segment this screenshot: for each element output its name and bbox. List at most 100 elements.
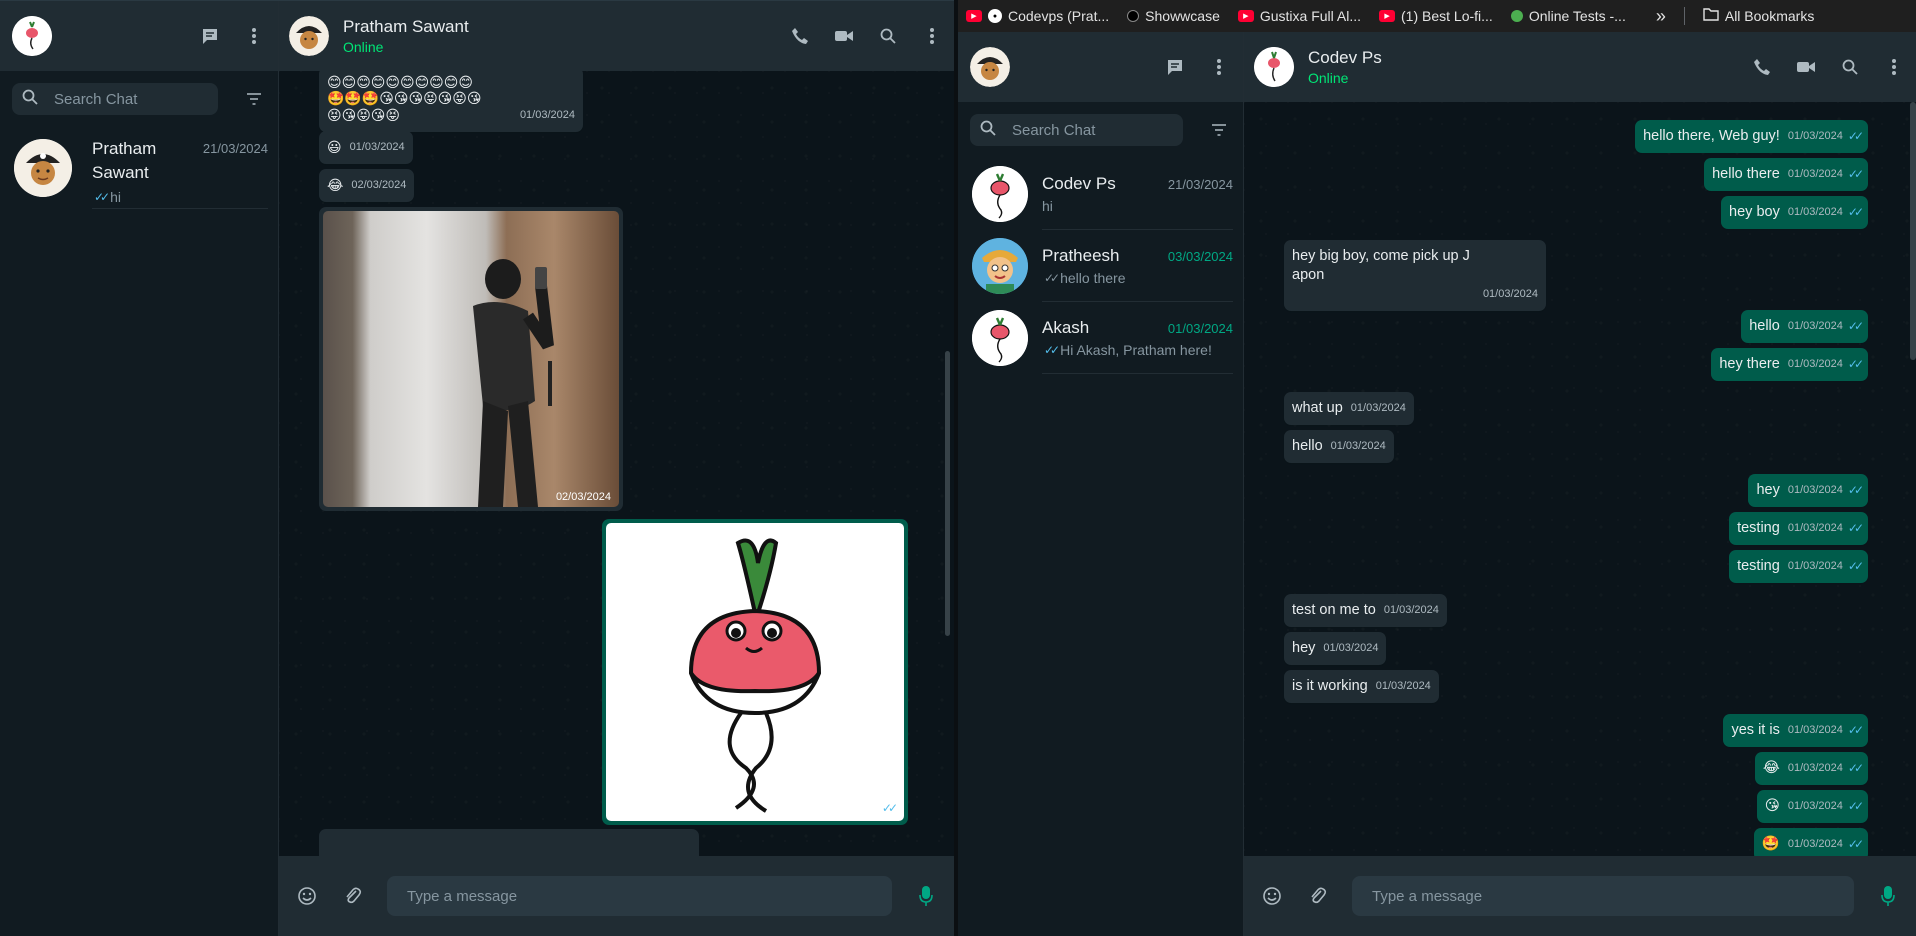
menu-kebab-icon[interactable] <box>920 24 944 48</box>
double-check-icon: ✓✓ <box>881 801 898 815</box>
sticker-message[interactable]: ✓✓ <box>602 519 908 825</box>
bookmark-label: All Bookmarks <box>1724 8 1815 24</box>
microphone-icon[interactable] <box>914 884 938 908</box>
search-input[interactable]: Search Chat <box>970 114 1183 146</box>
voice-call-icon[interactable] <box>1750 55 1774 79</box>
radish-sticker-image: ✓✓ <box>606 523 904 821</box>
right-chat-panel: Codev Ps Online hello there, Web guy! 01/… <box>1244 32 1916 936</box>
double-check-icon: ✓✓ <box>1847 483 1864 497</box>
left-message-list[interactable]: 😊😊😊😊😊😊😊😊😊😊 🤩🤩🤩😘😘😘😝😘😝😘 😝😘😝😘😝 01/03/2024 😃… <box>279 71 954 856</box>
search-icon[interactable] <box>1838 55 1862 79</box>
scrollbar[interactable] <box>1910 102 1916 360</box>
microphone-icon[interactable] <box>1876 884 1900 908</box>
chat-list-item[interactable]: Pratham Sawant 21/03/2024 ✓✓ hi <box>0 127 278 209</box>
right-message-list[interactable]: hello there, Web guy! 01/03/2024 ✓✓ hello t… <box>1244 102 1916 856</box>
bookmark-label: Codevps (Prat... <box>1008 8 1110 24</box>
double-check-icon: ✓✓ <box>1847 521 1864 535</box>
double-check-icon: ✓✓ <box>1044 342 1060 357</box>
bookmark-item[interactable]: Showwcase <box>1127 8 1220 24</box>
chat-last-message: hi <box>1042 198 1233 214</box>
bookmark-item[interactable]: ▶ (1) Best Lo-fi... <box>1379 8 1493 24</box>
double-check-icon: ✓✓ <box>1847 837 1864 851</box>
search-icon[interactable] <box>876 24 900 48</box>
message-text: 😘 <box>1764 798 1780 814</box>
chat-list-item[interactable]: Pratheesh 03/03/2024 ✓✓ hello there <box>958 230 1243 302</box>
voice-call-icon[interactable] <box>788 24 812 48</box>
peer-status: Online <box>343 39 384 55</box>
emoji-icon[interactable] <box>295 884 319 908</box>
double-check-icon: ✓✓ <box>1847 205 1864 219</box>
github-icon: ● <box>988 9 1002 23</box>
right-chat-header: Codev Ps Online <box>1244 32 1916 102</box>
emoji-row: 🤩🤩🤩😘😘😘😝😘😝😘 <box>327 90 482 106</box>
youtube-icon: ▶ <box>1237 10 1254 22</box>
emoji-row: 😊😊😊😊😊😊😊😊😊😊 <box>327 74 473 90</box>
double-check-icon: ✓✓ <box>1044 270 1060 285</box>
chat-list-item[interactable]: Akash 01/03/2024 ✓✓ Hi Akash, Pratham her… <box>958 302 1243 374</box>
peer-avatar-pirate[interactable] <box>289 16 329 56</box>
emoji-icon[interactable] <box>1260 884 1284 908</box>
message-time: 01/03/2024 <box>1787 762 1843 774</box>
folder-icon <box>1703 8 1719 24</box>
video-call-icon[interactable] <box>832 24 856 48</box>
message-input[interactable]: Type a message <box>1352 876 1854 916</box>
bookmarks-overflow-icon[interactable]: » <box>1656 6 1666 27</box>
filter-icon[interactable] <box>242 87 266 111</box>
bookmark-label: Gustixa Full Al... <box>1259 8 1362 24</box>
chat-name: Pratheesh <box>1042 245 1120 265</box>
menu-kebab-icon[interactable] <box>1207 55 1231 79</box>
new-chat-icon[interactable] <box>198 24 222 48</box>
chat-list-item[interactable]: Codev Ps 21/03/2024 hi <box>958 158 1243 230</box>
attach-icon[interactable] <box>341 884 365 908</box>
all-bookmarks-button[interactable]: All Bookmarks <box>1703 8 1814 24</box>
right-sidebar-header <box>958 32 1243 102</box>
message-meta: 01/03/2024 <box>1384 601 1439 620</box>
peer-avatar-radish[interactable] <box>1254 47 1294 87</box>
brain-icon <box>1510 10 1523 22</box>
message-text: what up <box>1292 400 1343 416</box>
message-time: 01/03/2024 <box>1787 484 1843 496</box>
menu-kebab-icon[interactable] <box>242 24 266 48</box>
bookmark-item[interactable]: Online Tests -... <box>1510 8 1626 24</box>
message-time: 01/03/2024 <box>1787 724 1843 736</box>
message-time: 01/03/2024 <box>1787 358 1843 370</box>
contact-avatar-cartoon <box>972 238 1028 294</box>
message-meta: 01/03/2024 ✓✓ <box>1788 797 1864 816</box>
chat-name: Codev Ps <box>1042 173 1116 193</box>
incoming-message-bubble: hey big boy, come pick up J apon 01/03/20… <box>1284 240 1546 311</box>
message-meta: 01/03/2024 <box>1331 437 1386 456</box>
video-call-icon[interactable] <box>1794 55 1818 79</box>
attach-icon[interactable] <box>1306 884 1330 908</box>
message-input[interactable]: Type a message <box>387 876 892 916</box>
bookmark-label: Showwcase <box>1145 8 1220 24</box>
left-sidebar-header <box>0 1 278 71</box>
message-text: hey boy <box>1729 204 1780 220</box>
message-time: 01/03/2024 <box>1323 642 1379 654</box>
message-meta: 01/03/2024 ✓✓ <box>1788 127 1864 146</box>
message-meta: 01/03/2024 <box>1351 399 1406 418</box>
menu-kebab-icon[interactable] <box>1882 55 1906 79</box>
chat-date: 21/03/2024 <box>1167 176 1233 192</box>
double-check-icon: ✓✓ <box>1847 319 1864 333</box>
my-avatar-pirate[interactable] <box>970 47 1010 87</box>
bookmark-item[interactable]: ▶ ● Codevps (Prat... <box>966 8 1109 24</box>
bookmark-item[interactable]: ▶ Gustixa Full Al... <box>1237 8 1362 24</box>
my-avatar-radish[interactable] <box>12 16 52 56</box>
image-message[interactable]: 02/03/2024 <box>319 207 623 511</box>
scrollbar[interactable] <box>945 351 950 636</box>
bookmark-label: (1) Best Lo-fi... <box>1401 8 1493 24</box>
filter-icon[interactable] <box>1207 118 1231 142</box>
new-chat-icon[interactable] <box>1163 55 1187 79</box>
message-meta: 01/03/2024 ✓✓ <box>1788 165 1864 184</box>
outgoing-message-bubble: hey 01/03/2024 ✓✓ <box>1748 474 1868 507</box>
message-text: 🤩 <box>1761 836 1780 852</box>
double-check-icon: ✓✓ <box>1847 129 1864 143</box>
incoming-message-bubble: hello 01/03/2024 <box>1284 430 1394 463</box>
message-meta: 01/03/2024 <box>1323 639 1378 658</box>
message-time: 01/03/2024 <box>1330 440 1386 452</box>
message-meta: 01/03/2024 ✓✓ <box>1787 759 1864 778</box>
double-check-icon: ✓✓ <box>1847 723 1864 737</box>
search-input[interactable]: Search Chat <box>12 83 218 115</box>
right-composer: Type a message <box>1244 856 1916 936</box>
contact-avatar-radish <box>972 166 1028 222</box>
